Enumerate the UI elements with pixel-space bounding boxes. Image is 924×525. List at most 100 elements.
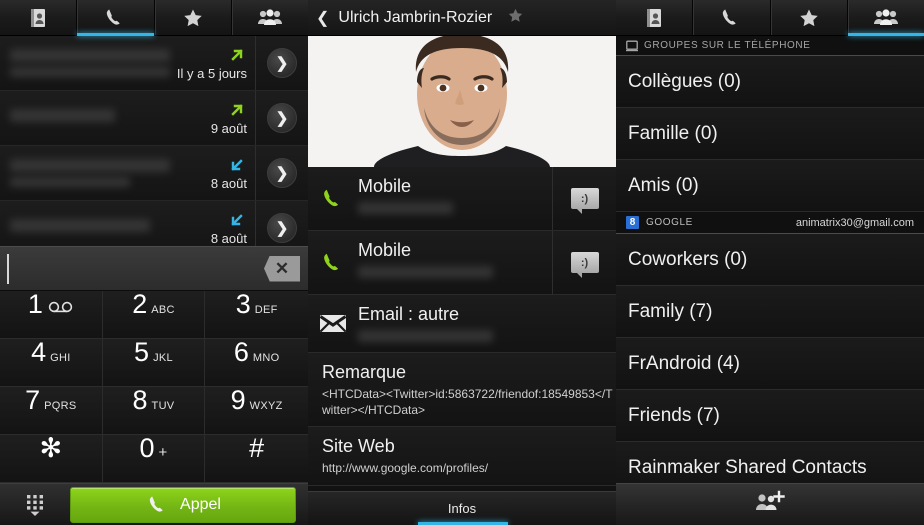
tab-underline bbox=[77, 33, 154, 36]
add-group-icon bbox=[756, 490, 785, 510]
key-digit: 2 bbox=[132, 289, 148, 319]
tab-contacts[interactable] bbox=[616, 0, 694, 36]
phone-number-input[interactable]: ✕ bbox=[0, 246, 308, 291]
section-header-label: GROUPES SUR LE TÉLÉPHONE bbox=[644, 40, 811, 51]
redacted-phone-number bbox=[358, 266, 493, 278]
key-digit: ✻ bbox=[39, 433, 63, 463]
tab-underline bbox=[847, 33, 924, 36]
contact-name: Ulrich Jambrin-Rozier bbox=[338, 8, 493, 26]
call-log-detail-button[interactable]: ❯ bbox=[256, 91, 308, 145]
incoming-call-arrow-icon bbox=[231, 159, 243, 171]
tab-favorites[interactable] bbox=[155, 0, 232, 35]
send-sms-button[interactable]: :) bbox=[552, 167, 616, 230]
tab-phone[interactable] bbox=[693, 0, 771, 35]
account-email: animatrix30@gmail.com bbox=[795, 216, 914, 229]
backspace-button[interactable]: ✕ bbox=[264, 255, 300, 282]
key-4[interactable]: 4 GHI bbox=[0, 339, 103, 387]
contact-photo-image bbox=[308, 36, 616, 167]
key-digit: 3 bbox=[235, 289, 251, 319]
call-log-row[interactable]: 8 août ❯ bbox=[0, 146, 308, 201]
key-5[interactable]: 5 JKL bbox=[102, 339, 206, 387]
left-panel-dialer: Il y a 5 jours ❯ 9 août ❯ 8 août ❯ 8 aoû… bbox=[0, 0, 308, 525]
group-item-family[interactable]: Family (7) bbox=[616, 286, 924, 338]
phone-app-screen: Il y a 5 jours ❯ 9 août ❯ 8 août ❯ 8 aoû… bbox=[0, 0, 924, 525]
tab-contacts[interactable] bbox=[0, 0, 78, 35]
call-log-detail-button[interactable]: ❯ bbox=[256, 146, 308, 200]
tab-underline bbox=[232, 33, 308, 36]
group-label: Amis (0) bbox=[628, 174, 699, 196]
redacted-subtitle bbox=[10, 67, 170, 77]
envelope-icon bbox=[308, 295, 358, 352]
group-item-coworkers[interactable]: Coworkers (0) bbox=[616, 234, 924, 286]
group-item-collegues[interactable]: Collègues (0) bbox=[616, 56, 924, 108]
phone-handset-icon bbox=[308, 167, 358, 230]
group-item-amis[interactable]: Amis (0) bbox=[616, 160, 924, 212]
key-star[interactable]: ✻ bbox=[0, 435, 103, 483]
group-label: Rainmaker Shared Contacts bbox=[628, 456, 867, 478]
groups-list: GROUPES SUR LE TÉLÉPHONE Collègues (0) F… bbox=[616, 36, 924, 483]
tab-favorites[interactable] bbox=[771, 0, 848, 35]
key-9[interactable]: 9 WXYZ bbox=[205, 387, 308, 435]
right-tab-bar bbox=[616, 0, 924, 36]
tab-underline bbox=[616, 33, 692, 36]
group-item-friends[interactable]: Friends (7) bbox=[616, 390, 924, 442]
key-8[interactable]: 8 TUV bbox=[102, 387, 206, 435]
contact-phone-row[interactable]: Mobile :) bbox=[308, 167, 616, 231]
contact-website-block[interactable]: Site Web http://www.google.com/profiles/ bbox=[308, 427, 616, 486]
key-letters: MNO bbox=[252, 352, 280, 364]
group-item-famille[interactable]: Famille (0) bbox=[616, 108, 924, 160]
key-7[interactable]: 7 PQRS bbox=[0, 387, 103, 435]
contact-website-value: http://www.google.com/profiles/ bbox=[322, 461, 489, 476]
contact-note-block[interactable]: Remarque <HTCData><Twitter>id:5863722/fr… bbox=[308, 353, 616, 428]
call-log-date: 8 août bbox=[210, 231, 247, 246]
groups-people-icon bbox=[873, 8, 898, 25]
groups-footer-bar bbox=[616, 483, 924, 525]
call-log-meta: Il y a 5 jours bbox=[176, 36, 256, 90]
back-chevron-icon[interactable]: ❮ bbox=[316, 8, 329, 28]
dialpad-toggle-button[interactable] bbox=[0, 493, 70, 517]
call-log-row[interactable]: Il y a 5 jours ❯ bbox=[0, 36, 308, 91]
key-letters: ABC bbox=[151, 304, 175, 316]
key-2[interactable]: 2 ABC bbox=[102, 289, 206, 339]
key-letters: PQRS bbox=[44, 400, 77, 412]
key-1[interactable]: 1 bbox=[0, 291, 103, 339]
group-label: FrAndroid (4) bbox=[628, 352, 740, 374]
contact-photo[interactable] bbox=[308, 36, 616, 167]
contact-website-title: Site Web bbox=[322, 436, 395, 457]
call-log-name bbox=[0, 146, 176, 200]
call-log-name bbox=[0, 36, 176, 90]
favorite-star-icon[interactable] bbox=[507, 7, 524, 29]
contact-header: ❮ Ulrich Jambrin-Rozier bbox=[308, 0, 616, 36]
group-label: Collègues (0) bbox=[628, 70, 741, 92]
tab-groups[interactable] bbox=[232, 0, 308, 35]
contact-phone-row[interactable]: Mobile :) bbox=[308, 231, 616, 295]
send-sms-button[interactable]: :) bbox=[552, 231, 616, 294]
key-6[interactable]: 6 MNO bbox=[205, 339, 308, 387]
phone-device-icon bbox=[626, 40, 638, 51]
sms-glyph: :) bbox=[580, 192, 589, 205]
tab-underline bbox=[771, 33, 847, 36]
call-log-row[interactable]: 9 août ❯ bbox=[0, 91, 308, 146]
contact-email-row[interactable]: Email : autre bbox=[308, 295, 616, 353]
sms-icon: :) bbox=[570, 188, 599, 214]
group-item-frandroid[interactable]: FrAndroid (4) bbox=[616, 338, 924, 390]
group-item-rainmaker-shared-contacts[interactable]: Rainmaker Shared Contacts bbox=[616, 442, 924, 483]
key-0[interactable]: 0 + bbox=[102, 435, 206, 483]
group-label: Famille (0) bbox=[628, 122, 718, 144]
key-3[interactable]: 3 DEF bbox=[205, 291, 308, 339]
contact-footer-tabbar: Infos bbox=[308, 491, 616, 525]
add-group-button[interactable] bbox=[755, 490, 785, 519]
key-hash[interactable]: # bbox=[205, 435, 308, 483]
key-digit: # bbox=[249, 433, 265, 463]
call-button[interactable]: Appel bbox=[70, 486, 296, 523]
contact-note-value: <HTCData><Twitter>id:5863722/friendof:18… bbox=[322, 387, 613, 418]
google-account-section-header: 8 GOOGLE animatrix30@gmail.com bbox=[616, 212, 924, 234]
backspace-icon: ✕ bbox=[274, 258, 290, 278]
call-log-detail-button[interactable]: ❯ bbox=[256, 36, 308, 90]
call-log-meta: 8 août bbox=[176, 146, 256, 200]
tab-phone[interactable] bbox=[77, 0, 155, 36]
tab-infos[interactable]: Infos bbox=[448, 501, 476, 516]
phone-handset-icon bbox=[107, 9, 121, 25]
tab-groups[interactable] bbox=[847, 0, 924, 36]
call-log-date: Il y a 5 jours bbox=[176, 66, 247, 81]
